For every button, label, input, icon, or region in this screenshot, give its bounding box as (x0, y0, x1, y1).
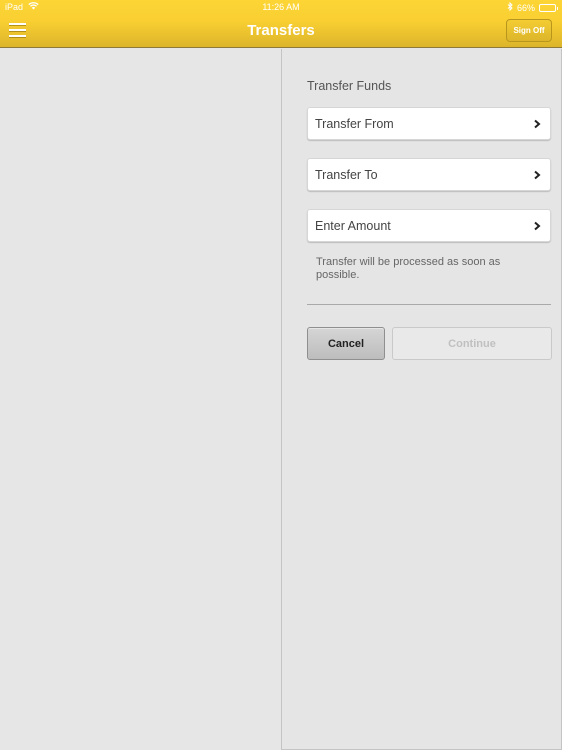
chevron-right-icon (530, 219, 544, 233)
battery-icon (539, 3, 558, 12)
battery-percent: 66% (516, 2, 535, 13)
status-right: 66% (507, 1, 558, 13)
sign-off-button[interactable]: Sign Off (506, 19, 552, 42)
continue-button[interactable]: Continue (392, 327, 552, 360)
cancel-button[interactable]: Cancel (307, 327, 385, 360)
section-title: Transfer Funds (307, 79, 392, 93)
chevron-right-icon (530, 117, 544, 131)
chevron-right-icon (530, 168, 544, 182)
status-time: 11:26 AM (262, 2, 300, 12)
transfer-from-field[interactable]: Transfer From (307, 107, 551, 140)
transfer-form-pane: Transfer Funds Transfer From Transfer To… (281, 49, 562, 750)
navigation-bar: iPad 11:26 AM 66% Transfers Sign Off (0, 0, 562, 48)
field-label: Transfer From (315, 116, 394, 131)
enter-amount-field[interactable]: Enter Amount (307, 209, 551, 242)
status-bar: iPad 11:26 AM 66% (0, 0, 562, 15)
page-title: Transfers (247, 22, 315, 39)
bluetooth-icon (507, 1, 513, 13)
divider (307, 304, 551, 305)
master-pane (0, 49, 281, 750)
field-label: Transfer To (315, 167, 378, 182)
field-label: Enter Amount (315, 218, 391, 233)
processing-note: Transfer will be processed as soon as po… (316, 256, 501, 281)
transfer-to-field[interactable]: Transfer To (307, 158, 551, 191)
